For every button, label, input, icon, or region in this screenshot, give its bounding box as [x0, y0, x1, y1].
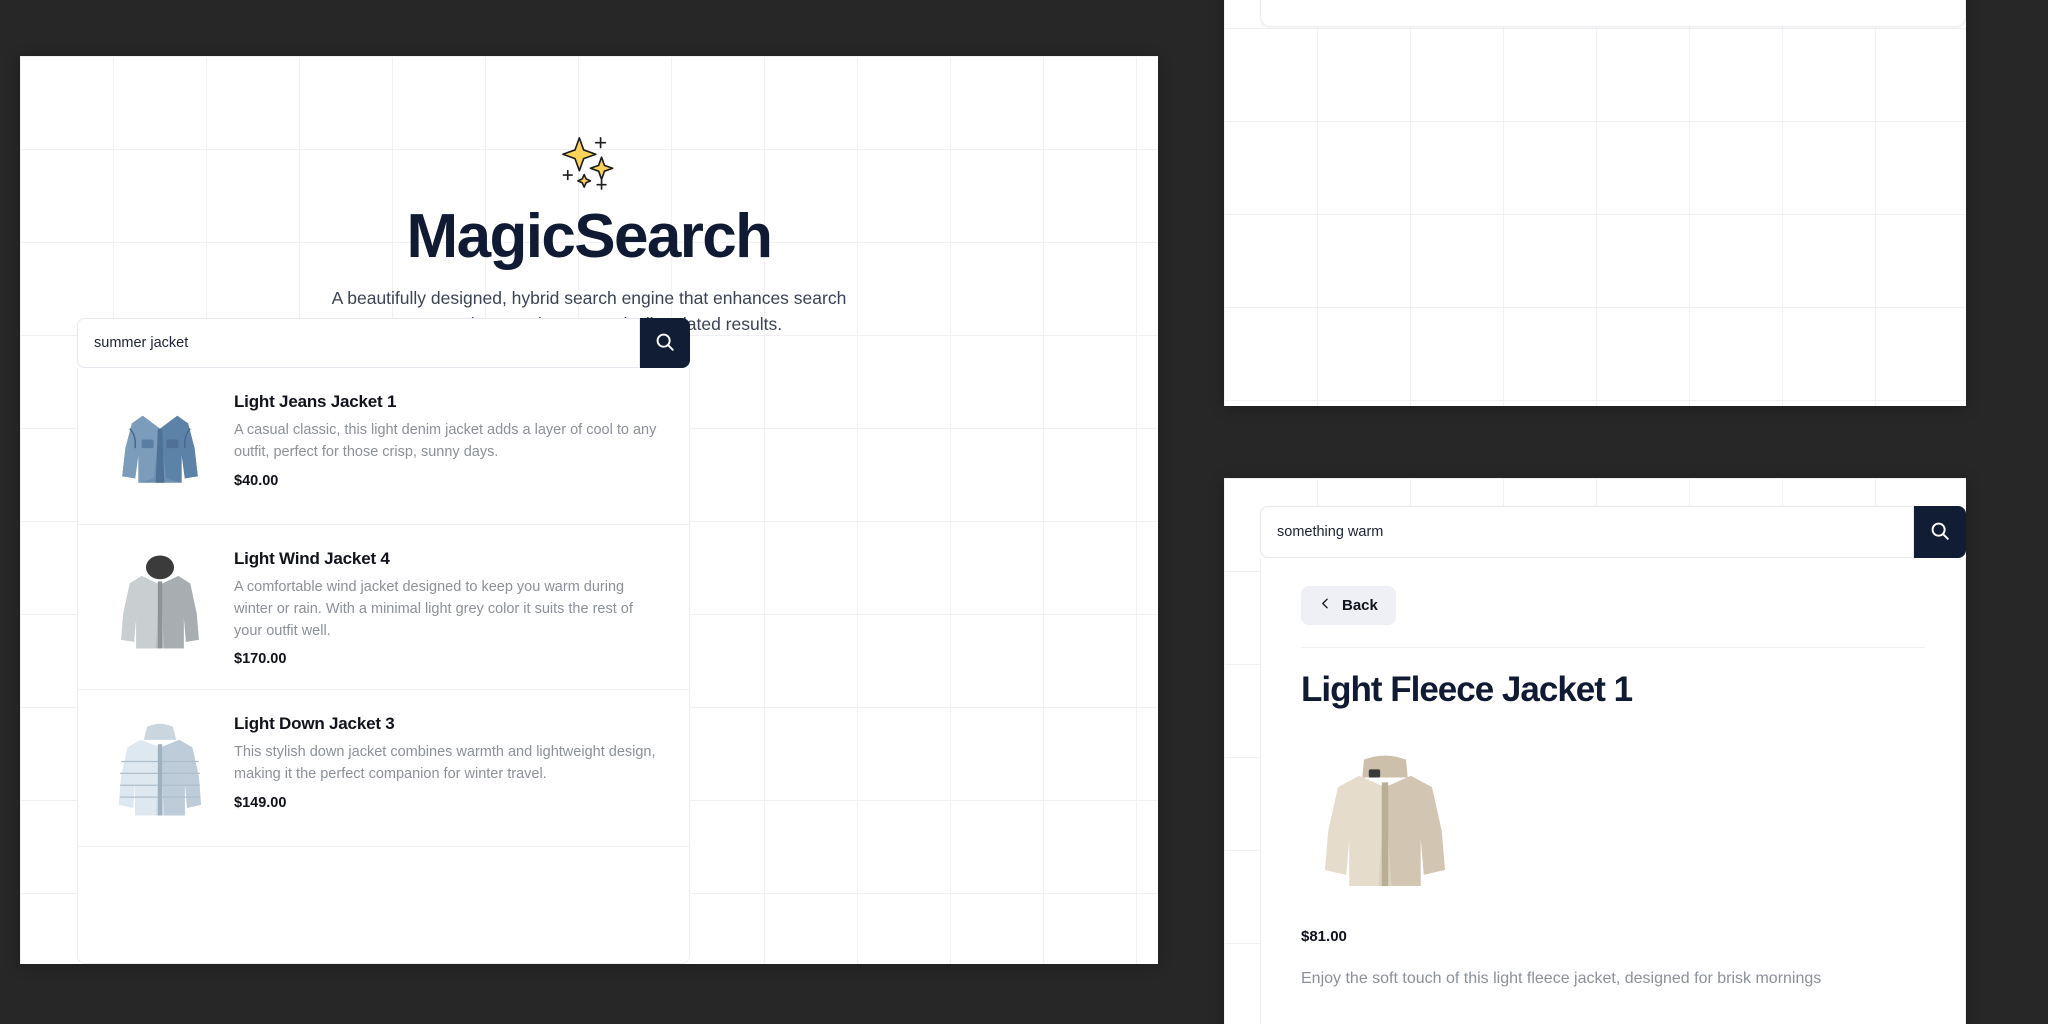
- search-input[interactable]: summer jacket: [77, 318, 640, 368]
- product-price: $170.00: [234, 651, 287, 668]
- product-price: $40.00: [234, 472, 279, 489]
- hero-section: MagicSearch A beautifully designed, hybr…: [20, 56, 1158, 338]
- back-button[interactable]: Back: [1301, 586, 1396, 625]
- product-title: Light Jeans Jacket 1: [234, 392, 397, 411]
- screen: MagicSearch A beautifully designed, hybr…: [0, 0, 2048, 1024]
- search-submit-button[interactable]: [640, 318, 690, 368]
- down-jacket-thumbnail: [104, 712, 216, 825]
- fleece-jacket-detail: [1301, 734, 1469, 902]
- list-item[interactable]: Light Jeans Jacket 1 A casual classic, t…: [78, 368, 689, 525]
- main-search-window: MagicSearch A beautifully designed, hybr…: [20, 56, 1158, 964]
- product-description: A comfortable wind jacket designed to ke…: [234, 579, 633, 639]
- back-button-label: Back: [1342, 597, 1378, 614]
- list-item[interactable]: Light Wind Jacket 4 A comfortable wind j…: [78, 525, 689, 691]
- result-content: Light Down Jacket 3 This stylish down ja…: [1417, 0, 1939, 4]
- list-item[interactable]: Light Down Jacket 3 This stylish down ja…: [78, 690, 689, 848]
- search-bar: something warm: [1260, 506, 1966, 558]
- product-detail-window: something warm Back Light Fleece Jacket …: [1224, 478, 1966, 1024]
- list-item[interactable]: Light Down Jacket 3 This stylish down ja…: [1261, 0, 1965, 26]
- product-description: This stylish down jacket combines warmth…: [234, 744, 656, 782]
- search-results-list: Light Jeans Jacket 1 A casual classic, t…: [77, 368, 690, 964]
- search-submit-button[interactable]: [1914, 506, 1966, 558]
- product-price: $149.00: [234, 794, 287, 811]
- product-description: Enjoy the soft touch of this light fleec…: [1301, 970, 1822, 987]
- result-content: Light Down Jacket 3 This stylish down ja…: [234, 712, 663, 824]
- product-detail-panel: Back Light Fleece Jacket 1 $81.00 Enjoy …: [1260, 558, 1966, 1024]
- divider: [1301, 647, 1925, 648]
- down-jacket-thumbnail: [1287, 0, 1399, 4]
- page-title: MagicSearch: [406, 202, 774, 271]
- product-title: Light Wind Jacket 4: [234, 549, 390, 568]
- search-results-list: Light Down Jacket 1 Lightweight yet warm…: [1260, 0, 1966, 27]
- result-content: Light Jeans Jacket 1 A casual classic, t…: [234, 390, 663, 502]
- chevron-left-icon: [1319, 597, 1332, 614]
- results-preview-window: Light Down Jacket 1 Lightweight yet warm…: [1224, 0, 1966, 406]
- search-input[interactable]: something warm: [1260, 506, 1914, 558]
- wind-jacket-thumbnail: [104, 547, 216, 659]
- result-content: Light Wind Jacket 4 A comfortable wind j…: [234, 547, 663, 667]
- search-icon: [654, 331, 676, 356]
- product-title: Light Fleece Jacket 1: [1301, 670, 1633, 709]
- product-price: $81.00: [1301, 928, 1347, 945]
- search-icon: [1929, 520, 1951, 545]
- product-title: Light Down Jacket 3: [234, 714, 395, 734]
- product-description: A casual classic, this light denim jacke…: [234, 422, 657, 460]
- denim-jacket-thumbnail: [104, 390, 216, 502]
- sparkles-icon: [20, 126, 1158, 198]
- search-bar: summer jacket: [77, 318, 690, 368]
